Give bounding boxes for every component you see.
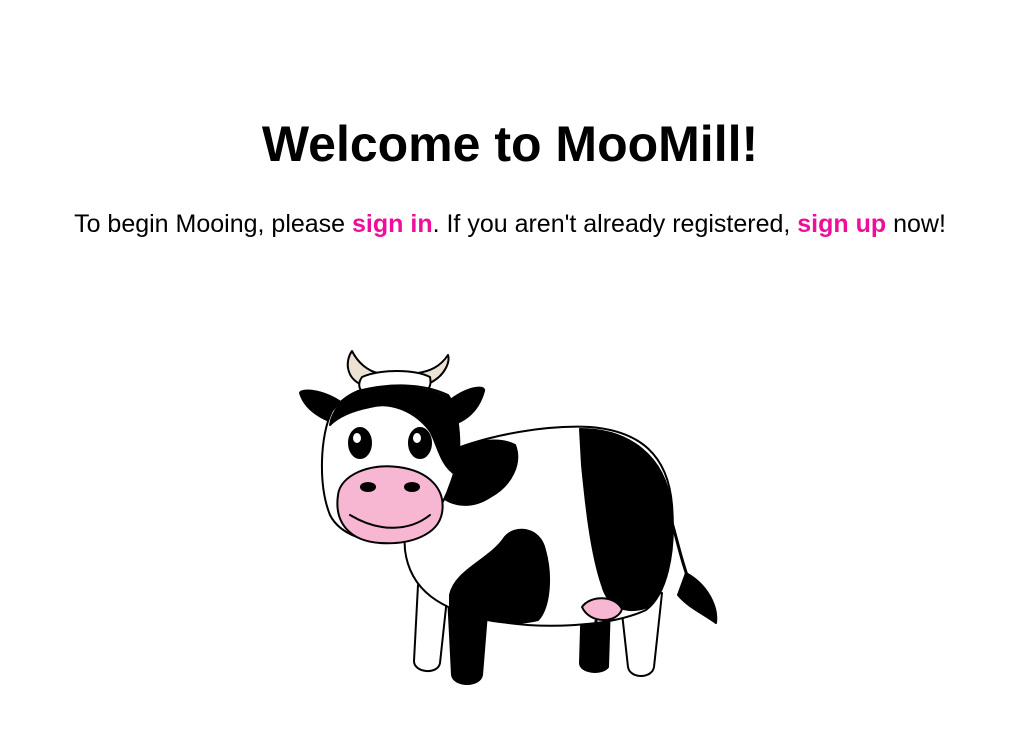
intro-text: To begin Mooing, please sign in. If you … — [0, 206, 1020, 242]
cow-muzzle — [336, 465, 444, 545]
cow-tail-tuft — [677, 572, 718, 624]
sign-in-link[interactable]: sign in — [352, 210, 433, 238]
page-title: Welcome to MooMill! — [261, 116, 759, 172]
intro-text-after: now! — [886, 210, 946, 238]
intro-text-before: To begin Mooing, please — [74, 210, 353, 238]
cow-illustration — [299, 350, 718, 685]
cow-nostril-right — [404, 482, 420, 492]
welcome-page: Welcome to MooMill! To begin Mooing, ple… — [0, 0, 1034, 729]
sign-up-link[interactable]: sign up — [797, 210, 886, 238]
cow-nostril-left — [360, 482, 376, 492]
cow-eye-right — [408, 427, 432, 459]
intro-text-middle: . If you aren't already registered, — [432, 210, 798, 238]
cow-eye-left — [348, 427, 372, 459]
